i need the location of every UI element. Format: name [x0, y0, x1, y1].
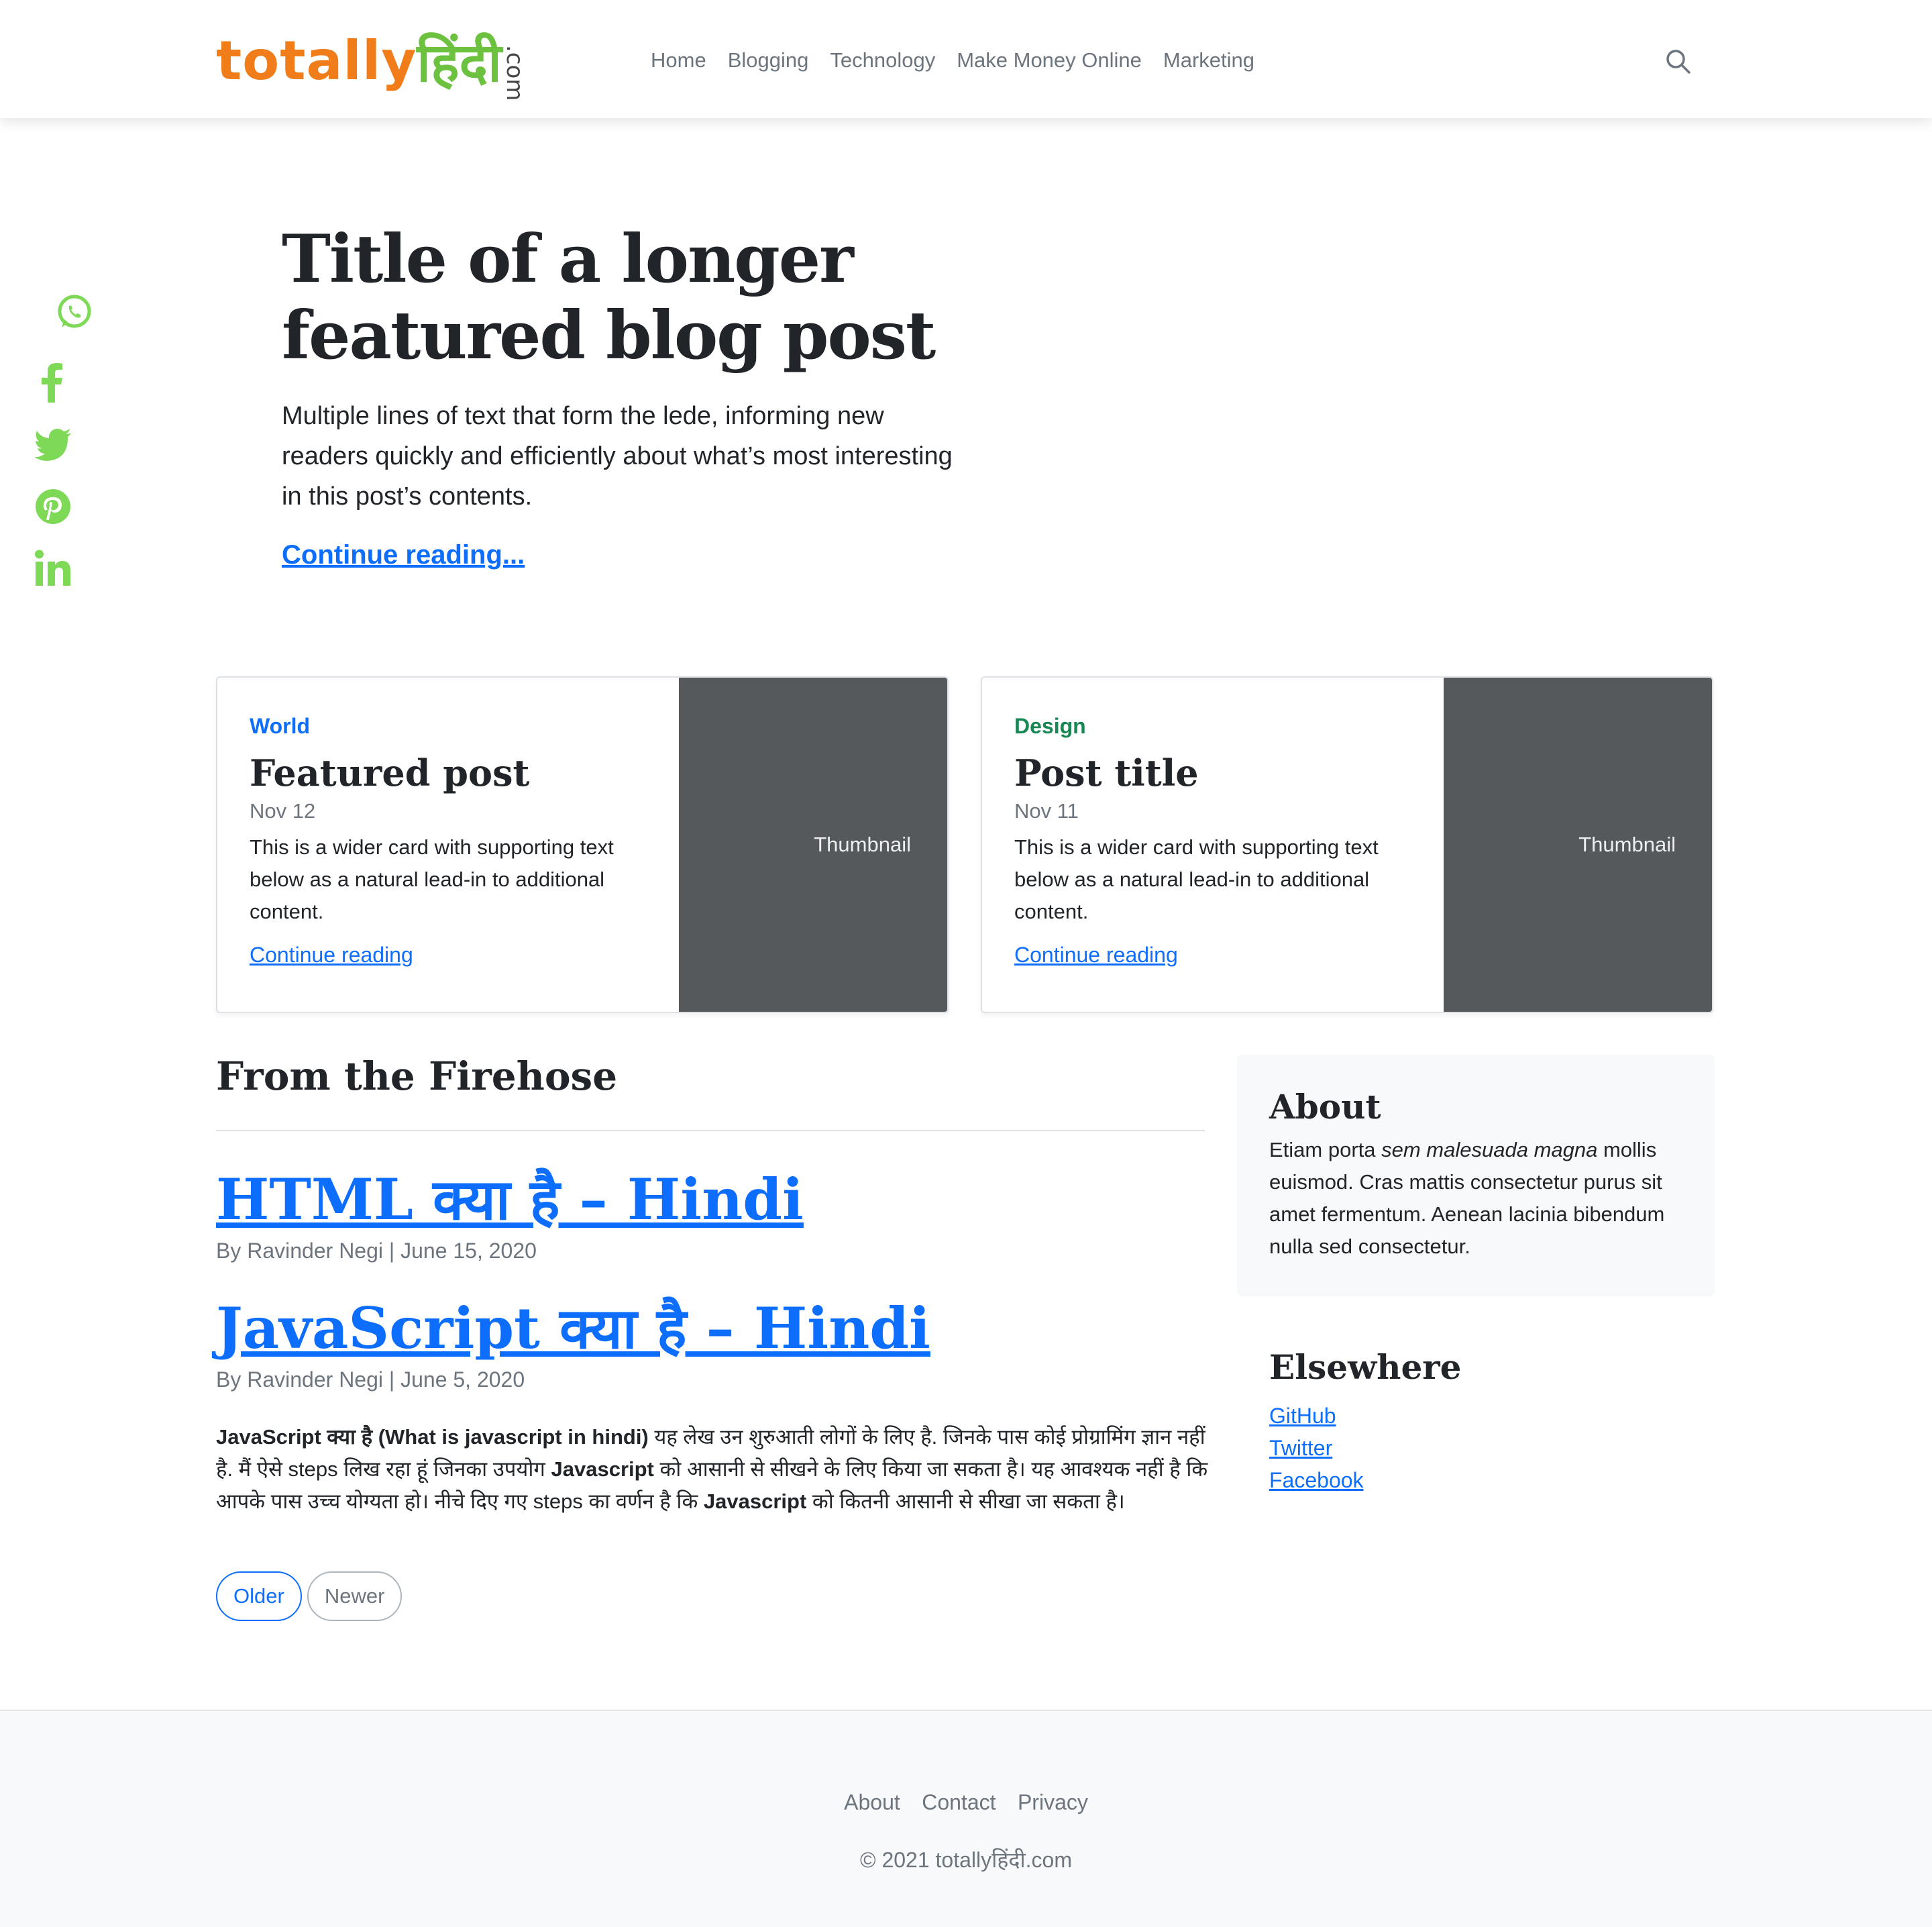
- facebook-icon[interactable]: [28, 359, 75, 406]
- footer-privacy-link[interactable]: Privacy: [1018, 1790, 1088, 1814]
- card-category: Design: [1014, 714, 1086, 738]
- list-item: Twitter: [1269, 1432, 1364, 1464]
- card-thumbnail: Thumbnail: [679, 678, 947, 1012]
- nav-technology[interactable]: Technology: [830, 48, 935, 72]
- nav-blogging[interactable]: Blogging: [728, 48, 809, 72]
- card-title: Featured post: [250, 751, 530, 794]
- about-title: About: [1269, 1087, 1381, 1127]
- card-date: Nov 11: [1014, 799, 1079, 823]
- search-icon[interactable]: [1664, 47, 1693, 76]
- older-button[interactable]: Older: [216, 1571, 302, 1621]
- pinterest-icon[interactable]: [30, 483, 76, 530]
- pagination: Older Newer: [216, 1571, 402, 1621]
- footer-about-link[interactable]: About: [844, 1790, 900, 1814]
- nav-make-money-online[interactable]: Make Money Online: [957, 48, 1142, 72]
- post-excerpt: JavaScript क्या है (What is javascript i…: [216, 1421, 1209, 1518]
- section-heading: From the Firehose: [216, 1053, 618, 1099]
- post-meta: By Ravinder Negi | June 15, 2020: [216, 1239, 537, 1263]
- about-text-em: sem malesuada magna: [1381, 1138, 1598, 1161]
- logo-text-main: totally: [216, 29, 417, 92]
- card-date: Nov 12: [250, 799, 316, 823]
- post-title: HTML क्या है – Hindi: [216, 1166, 804, 1233]
- card-text-line2: below as a natural lead-in to additional: [1014, 868, 1370, 891]
- about-box: About Etiam porta sem malesuada magna mo…: [1237, 1055, 1715, 1296]
- post-title-link[interactable]: HTML क्या है – Hindi: [216, 1166, 804, 1233]
- copyright: © 2021 totallyहिंदी.com: [859, 1848, 1073, 1872]
- elsewhere-title: Elsewhere: [1269, 1347, 1462, 1387]
- footer-contact-link[interactable]: Contact: [922, 1790, 996, 1814]
- logo-text-hindi: हिंदी: [417, 31, 502, 94]
- about-text-part: Etiam porta: [1269, 1138, 1382, 1161]
- site-header: totally हिंदी .com Home Blogging Technolog…: [0, 0, 1932, 118]
- card-category: World: [250, 714, 311, 738]
- logo-text-com: .com: [500, 45, 528, 101]
- post-card: Design Post title Nov 11 This is a wider…: [981, 676, 1713, 1013]
- thumbnail-label: Thumbnail: [814, 833, 911, 856]
- post-meta: By Ravinder Negi | June 5, 2020: [216, 1367, 525, 1392]
- card-text-line1: This is a wider card with supporting tex…: [1014, 835, 1379, 859]
- card-title: Post title: [1014, 751, 1199, 794]
- card-text-line2: below as a natural lead-in to additional: [250, 868, 605, 891]
- card-continue-reading-link[interactable]: Continue reading: [250, 943, 413, 968]
- about-text: Etiam porta sem malesuada magna mollis e…: [1269, 1134, 1692, 1263]
- featured-card: World Featured post Nov 12 This is a wid…: [216, 676, 949, 1013]
- post-title: JavaScript क्या है – Hindi: [216, 1295, 930, 1362]
- excerpt-text: को कितनी आसानी से सीखा जा सकता है।: [806, 1490, 1125, 1513]
- nav-marketing[interactable]: Marketing: [1163, 48, 1254, 72]
- twitter-icon[interactable]: [30, 421, 76, 468]
- nav-home[interactable]: Home: [651, 48, 706, 72]
- footer-links: About Contact Privacy: [0, 1790, 1932, 1815]
- card-text-line3: content.: [1014, 900, 1089, 923]
- site-footer: About Contact Privacy © 2021 totallyहिंद…: [0, 1710, 1932, 1927]
- linkedin-icon[interactable]: [30, 545, 76, 592]
- hero-lede-line2: readers quickly and efficiently about wh…: [282, 442, 953, 470]
- excerpt-bold: JavaScript क्या है (What is javascript i…: [216, 1425, 649, 1449]
- card-text: This is a wider card with supporting tex…: [1014, 831, 1430, 928]
- card-thumbnail: Thumbnail: [1444, 678, 1712, 1012]
- github-link[interactable]: GitHub: [1269, 1404, 1336, 1428]
- elsewhere-list: GitHub Twitter Facebook: [1269, 1400, 1364, 1496]
- section-divider: [216, 1130, 1205, 1131]
- list-item: GitHub: [1269, 1400, 1364, 1432]
- hero-lede-line1: Multiple lines of text that form the led…: [282, 402, 884, 430]
- excerpt-bold: Javascript: [551, 1457, 654, 1481]
- card-text-line1: This is a wider card with supporting tex…: [250, 835, 614, 859]
- hero-title-line2: featured blog post: [282, 297, 936, 374]
- hero-continue-reading-link[interactable]: Continue reading...: [282, 540, 525, 570]
- card-body: World Featured post Nov 12 This is a wid…: [250, 714, 665, 968]
- hero-lede-line3: in this post’s contents.: [282, 482, 533, 511]
- hero-title: Title of a longer featured blog post: [282, 221, 1020, 374]
- whatsapp-icon[interactable]: [51, 289, 98, 335]
- newer-button[interactable]: Newer: [307, 1571, 402, 1621]
- list-item: Facebook: [1269, 1464, 1364, 1496]
- twitter-link[interactable]: Twitter: [1269, 1436, 1332, 1460]
- card-text-line3: content.: [250, 900, 324, 923]
- card-continue-reading-link[interactable]: Continue reading: [1014, 943, 1178, 968]
- hero-lede: Multiple lines of text that form the led…: [282, 396, 973, 517]
- main-nav: Home Blogging Technology Make Money Onli…: [651, 42, 1254, 79]
- hero-title-line1: Title of a longer: [282, 221, 854, 298]
- thumbnail-label: Thumbnail: [1578, 833, 1676, 856]
- card-text: This is a wider card with supporting tex…: [250, 831, 665, 928]
- post-title-link[interactable]: JavaScript क्या है – Hindi: [216, 1295, 930, 1361]
- site-logo[interactable]: totally हिंदी .com: [216, 20, 530, 101]
- card-body: Design Post title Nov 11 This is a wider…: [1014, 714, 1430, 968]
- excerpt-bold: Javascript: [703, 1490, 807, 1513]
- facebook-link[interactable]: Facebook: [1269, 1468, 1364, 1492]
